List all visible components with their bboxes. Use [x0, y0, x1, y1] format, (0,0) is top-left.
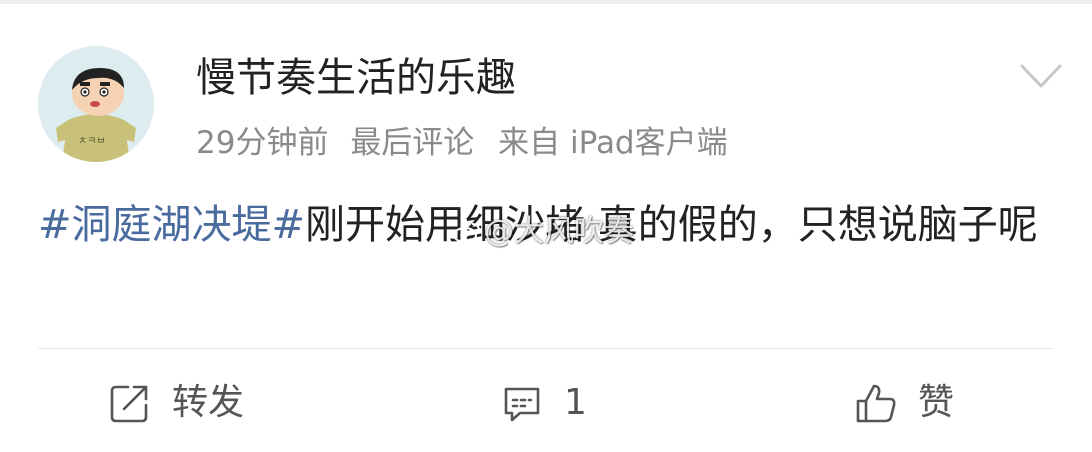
like-button[interactable]: 赞	[854, 378, 954, 428]
thumbs-up-icon	[856, 384, 896, 423]
post-time: 29分钟前	[196, 125, 329, 161]
repost-label: 转发	[172, 382, 245, 423]
avatar[interactable]: ㅊㅋㅂ	[38, 46, 154, 162]
cartoon-avatar-icon: ㅊㅋㅂ	[38, 46, 154, 162]
comment-icon	[504, 387, 540, 422]
repost-button[interactable]: 转发	[108, 378, 244, 428]
share-icon	[110, 385, 148, 423]
post-text: 刚开始用细沙堵 真的假的，只想说脑子呢	[305, 202, 1038, 248]
like-label: 赞	[918, 382, 955, 423]
comment-button[interactable]: 1	[500, 378, 587, 428]
comment-count: 1	[564, 382, 587, 423]
chevron-down-icon[interactable]	[1018, 60, 1064, 92]
post-source: 来自 iPad客户端	[498, 125, 728, 161]
top-divider-strip	[0, 0, 1092, 4]
username[interactable]: 慢节奏生活的乐趣	[196, 52, 516, 104]
svg-text:ㅊㅋㅂ: ㅊㅋㅂ	[78, 136, 106, 147]
action-divider	[38, 348, 1054, 349]
post-body: #洞庭湖决堤#刚开始用细沙堵 真的假的，只想说脑子呢	[38, 194, 1048, 256]
post-activity: 最后评论	[350, 125, 475, 161]
post-meta: 29分钟前 最后评论 来自 iPad客户端	[196, 122, 742, 164]
hashtag-link[interactable]: #洞庭湖决堤#	[38, 202, 305, 248]
